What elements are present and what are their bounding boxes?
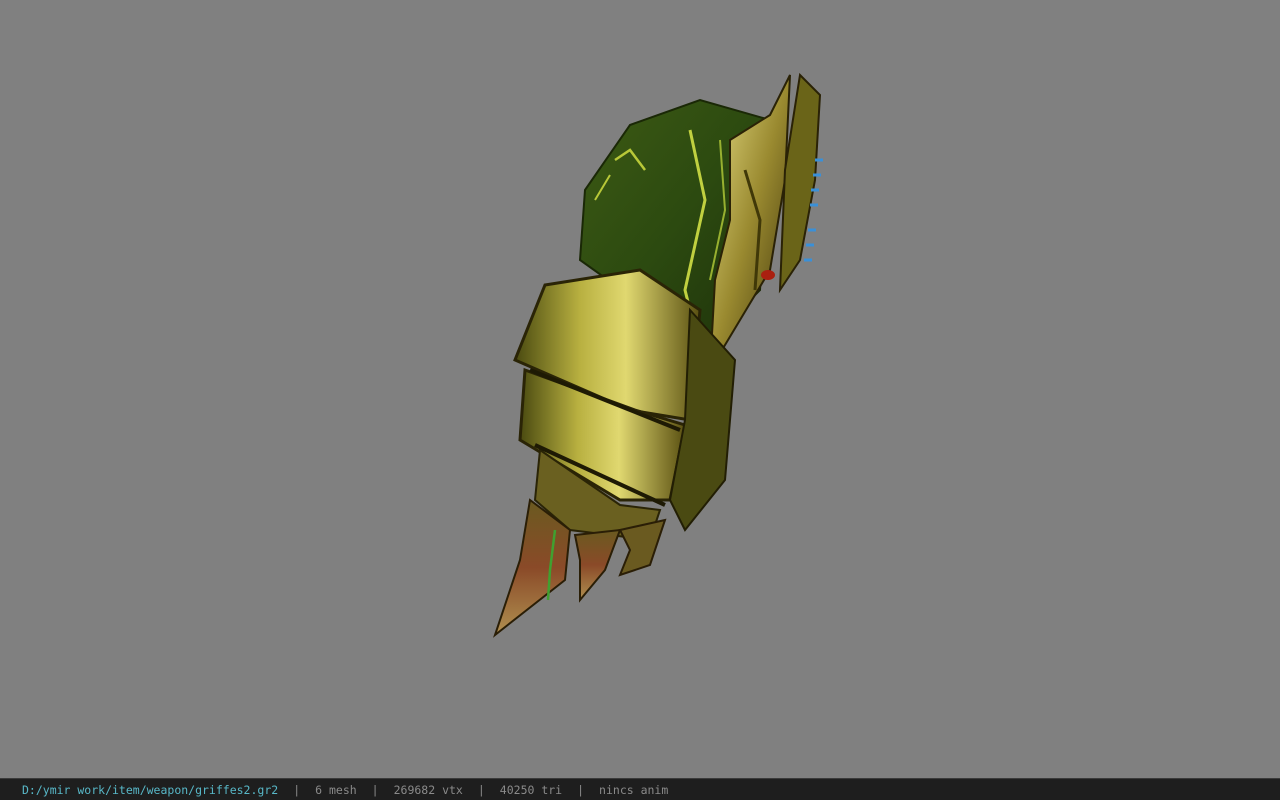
triangle-count: 40250 tri — [499, 782, 563, 797]
gauntlet-model[interactable] — [470, 60, 850, 650]
vertex-count: 269682 vtx — [393, 782, 463, 797]
3d-viewport[interactable] — [0, 0, 1280, 778]
anim-status: nincs anim — [599, 782, 669, 797]
separator: | — [477, 782, 485, 797]
separator: | — [293, 782, 301, 797]
file-path: D:/ymir work/item/weapon/griffes2.gr2 — [22, 782, 279, 797]
mesh-count: 6 mesh — [315, 782, 357, 797]
status-bar: D:/ymir work/item/weapon/griffes2.gr2 | … — [0, 778, 1280, 800]
separator: | — [577, 782, 585, 797]
separator: | — [371, 782, 379, 797]
